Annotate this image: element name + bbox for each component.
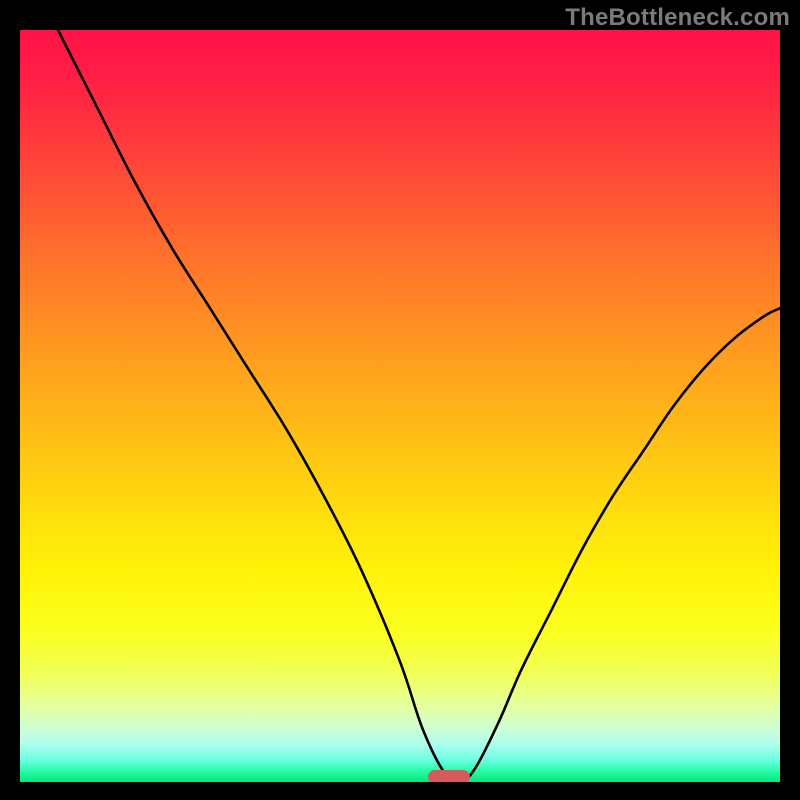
chart-frame: TheBottleneck.com: [0, 0, 800, 800]
plot-area: [20, 30, 780, 782]
minimum-marker: [428, 770, 470, 782]
watermark-text: TheBottleneck.com: [565, 4, 790, 32]
curve-line: [20, 30, 780, 782]
